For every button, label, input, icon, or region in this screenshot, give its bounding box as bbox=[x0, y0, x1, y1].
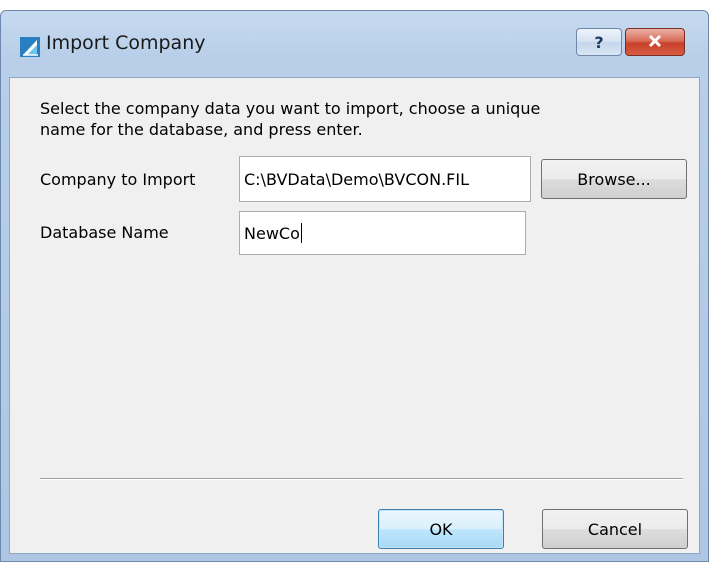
instructions-text: Select the company data you want to impo… bbox=[40, 98, 680, 140]
app-logo-icon bbox=[20, 37, 40, 57]
cancel-button[interactable]: Cancel bbox=[542, 509, 688, 549]
database-name-value: NewCo bbox=[244, 223, 300, 243]
company-path-value: C:\BVData\Demo\BVCON.FIL bbox=[244, 169, 469, 189]
instructions-line-1: Select the company data you want to impo… bbox=[40, 99, 541, 118]
company-path-field[interactable]: C:\BVData\Demo\BVCON.FIL bbox=[239, 156, 531, 202]
cancel-button-label: Cancel bbox=[587, 519, 643, 539]
window-title: Import Company bbox=[46, 32, 206, 54]
text-cursor bbox=[300, 223, 302, 243]
browse-button-label: Browse... bbox=[577, 169, 651, 189]
help-button[interactable]: ? bbox=[576, 28, 622, 56]
import-company-dialog: Import Company ? Select the company data… bbox=[0, 10, 709, 562]
dialog-body: Select the company data you want to impo… bbox=[9, 77, 700, 554]
database-name-label: Database Name bbox=[40, 223, 169, 242]
database-name-input[interactable]: NewCo bbox=[239, 211, 526, 255]
close-button[interactable] bbox=[625, 28, 685, 56]
title-bar[interactable]: Import Company ? bbox=[1, 11, 708, 77]
browse-button[interactable]: Browse... bbox=[541, 159, 687, 199]
instructions-line-2: name for the database, and press enter. bbox=[40, 120, 363, 139]
company-to-import-label: Company to Import bbox=[40, 170, 196, 189]
separator-line bbox=[40, 478, 683, 480]
ok-button-label: OK bbox=[429, 519, 453, 539]
ok-button[interactable]: OK bbox=[378, 509, 504, 549]
desktop-background bbox=[0, 0, 719, 10]
close-icon bbox=[647, 33, 663, 52]
help-icon: ? bbox=[594, 32, 604, 52]
